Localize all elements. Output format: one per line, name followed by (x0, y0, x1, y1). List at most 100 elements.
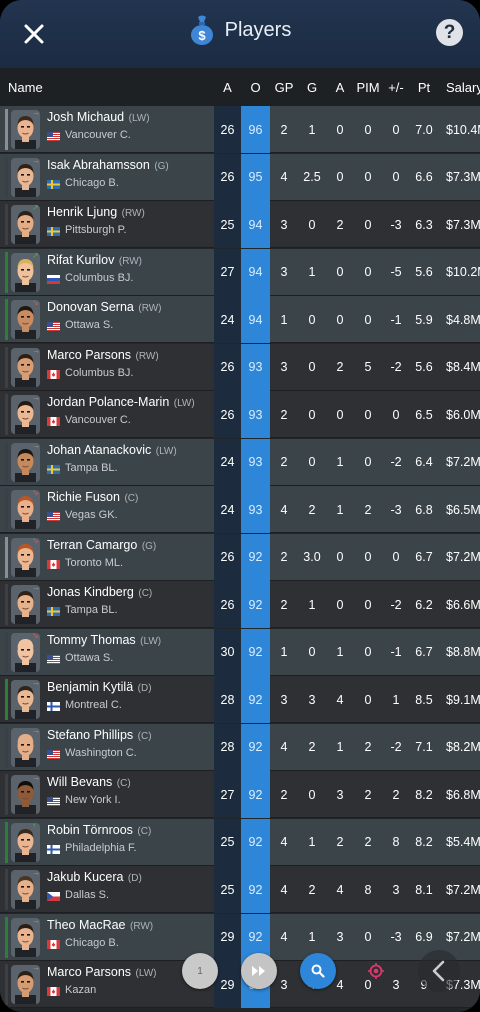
trend-arrow-icon: → (32, 868, 40, 877)
player-name-text: Jakub Kucera (47, 870, 124, 884)
player-name-cell[interactable]: ↘ Terran Camargo (G) Toronto ML. (0, 534, 214, 581)
player-position: (LW) (140, 635, 162, 647)
status-bar (5, 964, 8, 1005)
assists-cell: 1 (336, 645, 344, 659)
player-team: Chicago B. (65, 176, 119, 189)
flag-ca-icon (47, 939, 60, 949)
player-name-cell[interactable]: → Jordan Polance-Marin (LW) Vancouver C. (0, 391, 214, 438)
svg-text:$: $ (198, 28, 206, 43)
player-name-cell[interactable]: ↘ Tommy Thomas (LW) Ottawa S. (0, 629, 214, 676)
gp-cell: 1 (280, 645, 288, 659)
flag-ca-icon (47, 417, 60, 426)
pim-cell: 8 (364, 882, 372, 897)
table-row[interactable]: → Benjamin Kytilä (D) Montreal C. 28 92 3 3 4 0 1… (0, 676, 480, 723)
table-row[interactable]: ↘ Donovan Serna (RW) Ottawa S. 24 94 1 0 0 0 -1 5.… (0, 296, 480, 343)
trend-arrow-icon: → (32, 393, 40, 402)
player-name-cell[interactable]: → Marco Parsons (RW) Columbus BJ. (0, 344, 214, 391)
overall-cell: 96 (241, 106, 270, 153)
player-position: (G) (141, 540, 157, 552)
col-plus-minus-header[interactable]: +/- (382, 68, 410, 106)
player-name-cell[interactable]: → Isak Abrahamsson (G) Chicago B. (0, 154, 214, 201)
col-name-header[interactable]: Name (0, 68, 60, 106)
pim-cell: 0 (364, 455, 372, 469)
player-name-cell[interactable]: ↑ Robin Törnroos (C) Philadelphia F. (0, 819, 214, 866)
page-button[interactable]: 1 (182, 953, 218, 989)
player-name: Benjamin Kytilä (D) (47, 680, 152, 694)
goals-cell: 3.0 (303, 550, 321, 564)
player-name-cell[interactable]: ↘ Donovan Serna (RW) Ottawa S. (0, 296, 214, 343)
player-name-cell[interactable]: → Benjamin Kytilä (D) Montreal C. (0, 676, 214, 723)
trend-arrow-icon: → (32, 440, 40, 450)
table-row[interactable]: ↗ Henrik Ljung (RW) Pittsburgh P. 25 94 3 0 2 0 -… (0, 201, 480, 248)
table-row[interactable]: ↗ Rifat Kurilov (RW) Columbus BJ. 27 94 3 1 0 0 -… (0, 248, 480, 296)
table-row[interactable]: → Jordan Polance-Marin (LW) Vancouver C. 26… (0, 391, 480, 438)
col-goals-header[interactable]: G (298, 68, 326, 106)
table-row[interactable]: → Stefano Phillips (C) Washington C. 28 92 4 2… (0, 723, 480, 771)
col-gp-header[interactable]: GP (270, 68, 298, 106)
player-name-cell[interactable]: → Jakub Kucera (D) Dallas S. (0, 866, 214, 913)
player-name-cell[interactable]: → Johan Atanackovic (LW) Tampa BL. (0, 439, 214, 486)
col-points-header[interactable]: Pt (410, 68, 438, 106)
age-cell: 28 (214, 676, 241, 723)
player-name-cell[interactable]: → Josh Michaud (LW) Vancouver C. (0, 106, 214, 153)
overall-cell: 94 (241, 248, 270, 296)
table-row[interactable]: ↘ Richie Fuson (C) Vegas GK. 24 93 4 2 1 2 -3 6.8 $… (0, 486, 480, 533)
player-name-cell[interactable]: → Stefano Phillips (C) Washington C. (0, 724, 214, 771)
col-age-header[interactable]: A (214, 68, 241, 106)
status-bar (5, 631, 8, 673)
target-button[interactable] (358, 953, 394, 989)
table-row[interactable]: ↑ Robin Törnroos (C) Philadelphia F. 25 92 4 1… (0, 818, 480, 866)
back-button[interactable] (418, 950, 460, 992)
table-row[interactable]: → Johan Atanackovic (LW) Tampa BL. 24 93 2 0 1 0… (0, 438, 480, 486)
age-cell: 25 (214, 866, 241, 913)
player-name-cell[interactable]: → Will Bevans (C) New York I. (0, 771, 214, 818)
plus-minus-cell: 0 (392, 122, 400, 137)
points-cell: 8.2 (415, 835, 433, 849)
pim-cell: 0 (364, 692, 372, 707)
player-name-cell[interactable]: ↗ Henrik Ljung (RW) Pittsburgh P. (0, 201, 214, 248)
help-button[interactable]: ? (436, 19, 463, 46)
table-row[interactable]: → Isak Abrahamsson (G) Chicago B. 26 95 4 2.5 0… (0, 153, 480, 201)
table-row[interactable]: → Will Bevans (C) New York I. 27 92 2 0 3 2 2 8.2 $… (0, 771, 480, 818)
gp-cell: 3 (280, 360, 288, 374)
plus-minus-cell: 3 (392, 882, 400, 897)
player-position: (D) (127, 873, 142, 884)
points-cell: 6.5 (415, 407, 433, 422)
table-row[interactable]: → Theo MacRae (RW) Chicago B. 29 92 4 1 3 0 -3 6.9… (0, 913, 480, 961)
player-name-cell[interactable]: → Jonas Kindberg (C) Tampa BL. (0, 581, 214, 628)
flag-us-icon (47, 654, 60, 664)
goals-cell: 1 (308, 835, 316, 849)
player-team: Columbus BJ. (65, 271, 134, 284)
player-name-cell[interactable]: ↗ Rifat Kurilov (RW) Columbus BJ. (0, 249, 214, 296)
points-cell: 6.3 (415, 217, 433, 232)
table-row[interactable]: → Marco Parsons (RW) Columbus BJ. 26 93 3 0 2 5-… (0, 343, 480, 391)
col-overall-header[interactable]: O (241, 68, 270, 106)
table-row[interactable]: → Jonas Kindberg (C) Tampa BL. 26 92 2 1 0 0 -2 6.… (0, 581, 480, 628)
gp-cell: 2 (280, 122, 288, 137)
player-team: Vegas GK. (65, 509, 118, 521)
col-pim-header[interactable]: PIM (354, 68, 382, 106)
player-name-text: Rifat Kurilov (47, 252, 115, 267)
player-name-text: Jordan Polance-Marin (47, 395, 170, 409)
col-assists-header[interactable]: A (326, 68, 354, 106)
table-row[interactable]: →Marco Parsons (LW)Kazan2992344039$7.3M (0, 961, 480, 1008)
overall-cell: 92 (241, 581, 270, 628)
player-name-cell[interactable]: ↘ Richie Fuson (C) Vegas GK. (0, 486, 214, 533)
player-name-text: Isak Abrahamsson (47, 157, 150, 172)
search-button[interactable] (300, 953, 336, 989)
table-row[interactable]: → Josh Michaud (LW) Vancouver C. 26 96 2 1 0 0 0 7… (0, 106, 480, 153)
table-row[interactable]: → Jakub Kucera (D) Dallas S. 25 92 4 2 4 8 3 8.1 $7… (0, 866, 480, 913)
points-cell: 6.8 (415, 502, 433, 517)
player-position: (C) (137, 825, 152, 837)
col-salary-header[interactable]: Salary (438, 68, 480, 106)
fast-forward-button[interactable] (241, 953, 277, 989)
players-screen: $ Players ? Name A O GP G A PIM +/- Pt Salary → Jo… (0, 0, 480, 1012)
player-name: Donovan Serna (RW) (47, 300, 162, 314)
status-bar (5, 916, 8, 958)
table-row[interactable]: ↘ Terran Camargo (G) Toronto ML. 26 92 2 3.0 0 0… (0, 533, 480, 581)
pim-cell: 0 (364, 645, 372, 659)
player-name-cell[interactable]: → Theo MacRae (RW) Chicago B. (0, 914, 214, 961)
table-row[interactable]: ↘ Tommy Thomas (LW) Ottawa S. 30 92 1 0 1 0 -1 6.7… (0, 628, 480, 676)
player-name-text: Will Bevans (47, 775, 113, 789)
overall-cell: 92 (241, 533, 270, 581)
